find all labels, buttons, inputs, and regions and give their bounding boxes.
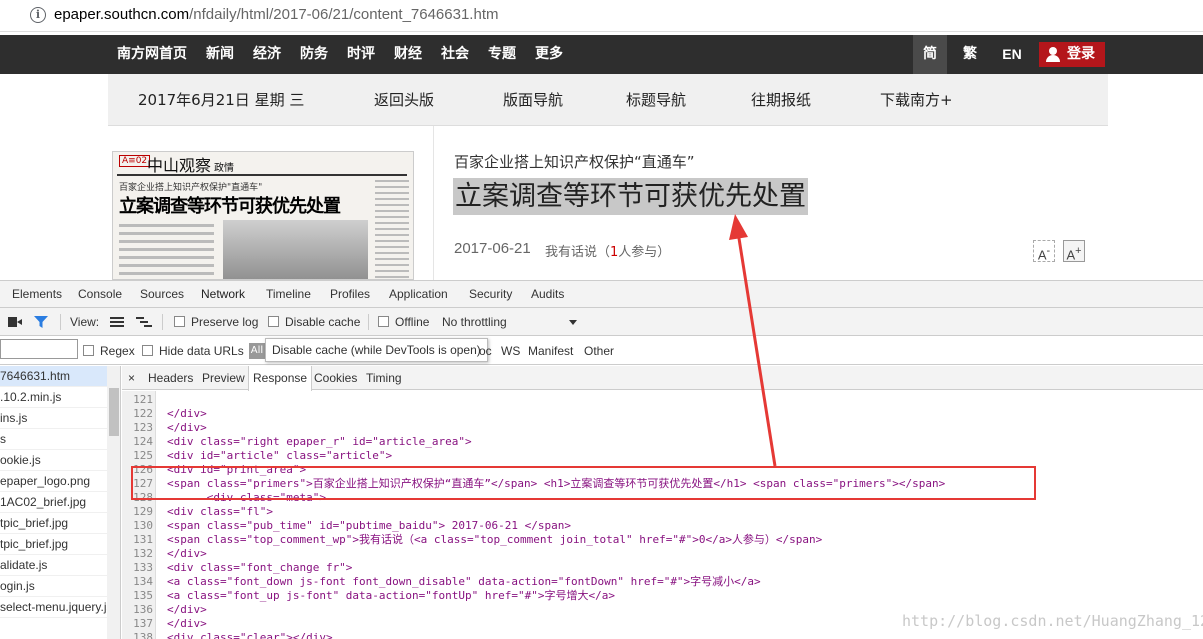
annotation-arrow	[729, 214, 777, 467]
watermark: http://blog.csdn.net/HuangZhang_123	[902, 612, 1203, 630]
